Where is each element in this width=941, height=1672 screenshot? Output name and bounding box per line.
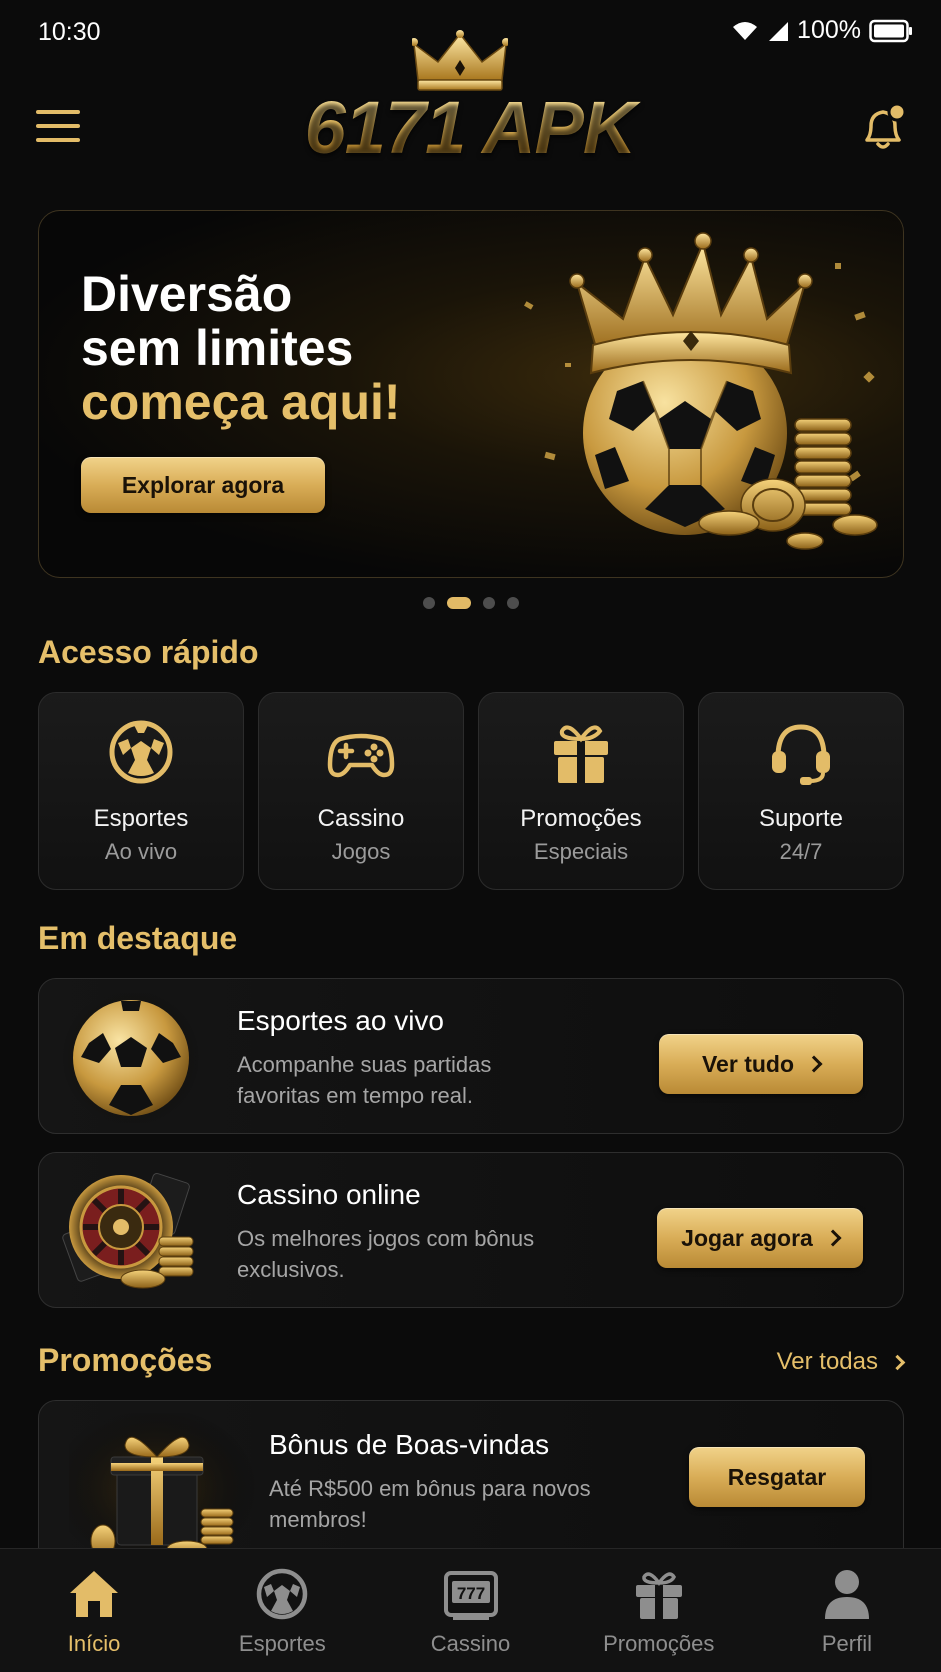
gift-box-illustration (69, 1413, 259, 1563)
button-label: Jogar agora (681, 1224, 813, 1251)
svg-text:777: 777 (456, 1584, 484, 1603)
tile-sublabel: Jogos (331, 839, 391, 864)
nav-label: Início (67, 1631, 121, 1656)
roulette-illustration (62, 1172, 194, 1289)
hamburger-icon[interactable] (36, 110, 80, 146)
hero-banner[interactable]: Diversão sem limites começa aqui! Explor… (38, 210, 904, 578)
carousel-dot[interactable] (482, 597, 495, 609)
hero-line-2: sem limites (81, 320, 354, 376)
card-description: Até R$500 em bônus para novos membros! (269, 1476, 591, 1532)
see-all-promotions-link[interactable]: Ver todas (776, 1348, 906, 1376)
app-logo: 6171 APK (270, 30, 670, 170)
nav-label: Promoções (603, 1631, 715, 1656)
crown-icon (412, 30, 508, 91)
carousel-dot-active[interactable] (446, 597, 471, 609)
hero-line-1: Diversão (81, 266, 293, 322)
card-title: Cassino online (237, 1179, 421, 1210)
nav-esportes[interactable]: Esportes (188, 1549, 376, 1672)
nav-label: Cassino (430, 1631, 511, 1656)
slot-machine-icon: 777 (443, 1571, 498, 1620)
tile-cassino[interactable]: Cassino Jogos (258, 692, 464, 890)
redeem-button[interactable]: Resgatar (689, 1447, 865, 1507)
featured-card-casino[interactable]: Cassino online Os melhores jogos com bôn… (38, 1152, 904, 1308)
see-all-label: Ver todas (776, 1348, 878, 1375)
tile-esportes[interactable]: Esportes Ao vivo (38, 692, 244, 890)
headset-icon (772, 724, 830, 785)
hero-line-3: começa aqui! (81, 374, 401, 430)
bottom-navigation: Início Esportes 777 Cassino Promoções Pe… (0, 1548, 941, 1672)
soccer-ball-icon (109, 720, 173, 784)
card-description: Acompanhe suas partidas favoritas em tem… (237, 1052, 492, 1108)
quick-access-title: Acesso rápido (38, 634, 259, 670)
tile-promocoes[interactable]: Promoções Especiais (478, 692, 684, 890)
nav-label: Esportes (238, 1631, 326, 1656)
nav-promocoes[interactable]: Promoções (565, 1549, 753, 1672)
card-description: Os melhores jogos com bônus exclusivos. (237, 1226, 535, 1282)
gift-icon (635, 1572, 682, 1619)
gamepad-icon (327, 733, 395, 778)
bell-icon[interactable] (859, 102, 907, 154)
featured-title: Em destaque (38, 920, 238, 956)
play-now-button[interactable]: Jogar agora (657, 1208, 863, 1268)
soccer-ball-icon (257, 1568, 308, 1620)
tile-sublabel: 24/7 (779, 839, 823, 864)
card-title: Esportes ao vivo (237, 1005, 444, 1036)
nav-cassino[interactable]: 777 Cassino (376, 1549, 564, 1672)
nav-label: Perfil (821, 1631, 872, 1656)
tile-sublabel: Ao vivo (104, 839, 178, 864)
button-label: Ver tudo (701, 1050, 794, 1077)
home-icon (70, 1571, 119, 1617)
see-all-button[interactable]: Ver tudo (659, 1034, 863, 1094)
logo-text: 6171 APK (270, 85, 670, 170)
explore-button[interactable]: Explorar agora (81, 457, 325, 513)
carousel-dot[interactable] (422, 597, 435, 609)
user-icon (824, 1570, 869, 1619)
card-title: Bônus de Boas-vindas (269, 1429, 550, 1460)
tile-sublabel: Especiais (533, 839, 629, 864)
carousel-dot[interactable] (506, 597, 519, 609)
hero-title: Diversão sem limites começa aqui! (81, 267, 401, 429)
chevron-right-icon (824, 1229, 842, 1247)
gift-icon (554, 725, 608, 783)
nav-perfil[interactable]: Perfil (753, 1549, 941, 1672)
promo-card-welcome-bonus[interactable]: Bônus de Boas-vindas Até R$500 em bônus … (38, 1400, 904, 1570)
featured-card-sports[interactable]: Esportes ao vivo Acompanhe suas partidas… (38, 978, 904, 1134)
carousel-indicator (0, 597, 941, 609)
soccer-ball-illustration (61, 993, 201, 1123)
app-header: 6171 APK (0, 30, 941, 180)
nav-inicio[interactable]: Início (0, 1549, 188, 1672)
crowned-soccer-ball-illustration (524, 232, 878, 550)
tile-label: Promoções (520, 805, 642, 832)
tile-suporte[interactable]: Suporte 24/7 (698, 692, 904, 890)
chevron-right-icon (889, 1354, 906, 1370)
tile-label: Esportes (93, 805, 189, 832)
promotions-title: Promoções (38, 1342, 213, 1378)
tile-label: Suporte (758, 805, 844, 832)
quick-access-grid: Esportes Ao vivo Cassino Jogos Promoções… (38, 692, 904, 890)
tile-label: Cassino (317, 805, 405, 832)
chevron-right-icon (805, 1055, 823, 1073)
